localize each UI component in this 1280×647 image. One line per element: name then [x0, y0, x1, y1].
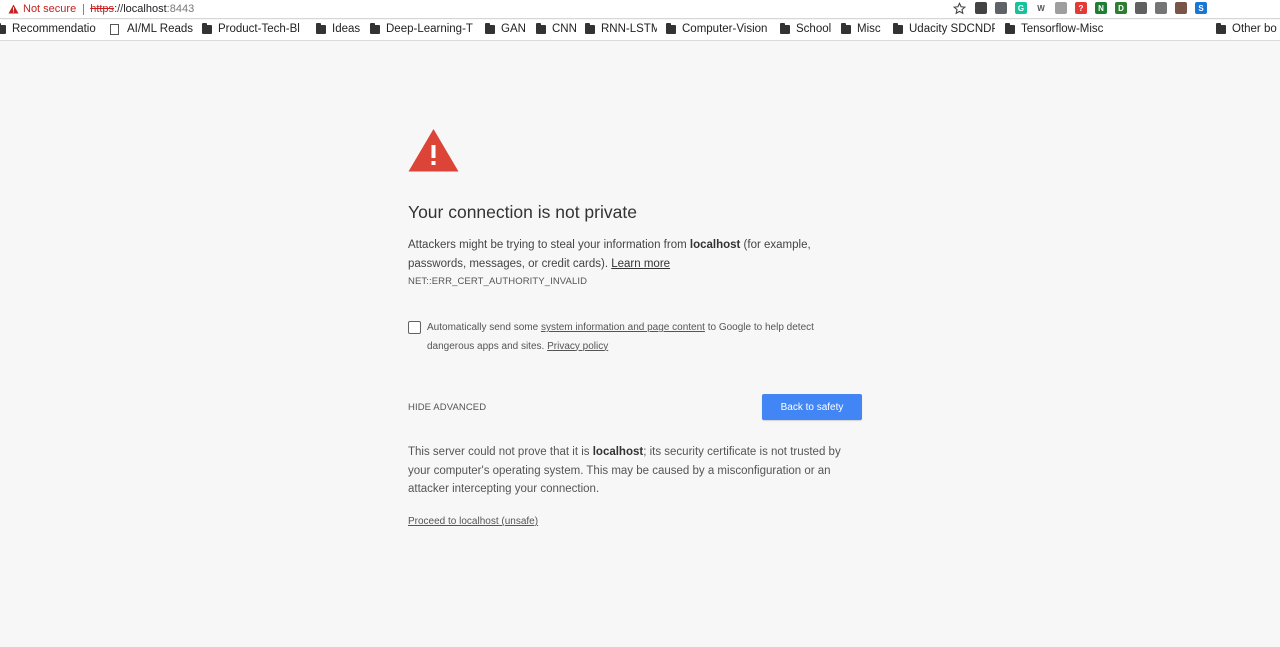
ext-green-circle-icon[interactable]: D	[1115, 2, 1127, 14]
folder-icon	[316, 23, 326, 34]
privacy-policy-link[interactable]: Privacy policy	[547, 341, 608, 352]
folder-icon	[780, 23, 790, 34]
extensions-strip: G W? N D S	[975, 2, 1207, 14]
ext-green-n-icon[interactable]: N	[1095, 2, 1107, 14]
proceed-link[interactable]: Proceed to localhost (unsafe)	[408, 516, 538, 527]
bookmark-item[interactable]: Ideas	[316, 23, 360, 35]
message-host: localhost	[689, 239, 741, 251]
folder-icon	[1005, 23, 1015, 34]
w-icon[interactable]: W	[1035, 2, 1047, 14]
bookmark-item[interactable]: Udacity SDCNDP	[893, 23, 995, 35]
bookmark-item[interactable]: RNN-LSTM	[585, 23, 657, 35]
folder-icon	[1216, 23, 1226, 34]
bookmark-item[interactable]: Deep-Learning-T	[370, 23, 473, 35]
page-title: Your connection is not private	[408, 202, 637, 222]
folder-icon	[202, 23, 212, 34]
bookmark-item[interactable]: CNN	[536, 23, 576, 35]
grammarly-icon[interactable]: G	[1015, 2, 1027, 14]
bookmark-item[interactable]: AI/ML Reads	[110, 23, 193, 35]
bookmark-star-icon[interactable]	[953, 2, 966, 15]
bookmark-item[interactable]: Product-Tech-Bl	[202, 23, 300, 35]
not-secure-label: Not secure	[23, 3, 77, 15]
extended-reporting-checkbox[interactable]	[408, 321, 421, 334]
bookmark-label: Tensorflow-Misc	[1021, 23, 1104, 35]
warning-triangle-icon	[8, 4, 19, 14]
error-code[interactable]: NET::ERR_CERT_AUTHORITY_INVALID	[408, 276, 587, 287]
url-scheme: https	[90, 3, 115, 15]
details-text: This server could not prove that it is	[408, 446, 593, 458]
learn-more-link[interactable]: Learn more	[611, 258, 670, 270]
bookmark-item[interactable]: Other bo	[1216, 23, 1277, 35]
back-to-safety-button[interactable]: Back to safety	[762, 394, 862, 420]
opt-in-label: Automatically send some system informati…	[427, 319, 838, 356]
ext-blue-s-icon[interactable]: S	[1195, 2, 1207, 14]
ext-dark-icon[interactable]	[975, 2, 987, 14]
bookmark-label: Udacity SDCNDP	[909, 23, 995, 35]
hide-advanced-button[interactable]: HIDE ADVANCED	[408, 402, 486, 413]
bookmark-item[interactable]: Recommendatio	[0, 23, 96, 35]
ext-red-icon[interactable]: ?	[1075, 2, 1087, 14]
bookmark-label: AI/ML Reads	[127, 23, 194, 35]
opt-in-text: Automatically send some	[427, 322, 541, 333]
url-port: :8443	[166, 3, 195, 15]
folder-icon	[485, 23, 495, 34]
pocket-icon[interactable]	[995, 2, 1007, 14]
bookmark-item[interactable]: Tensorflow-Misc	[1005, 23, 1103, 35]
bookmark-label: Misc	[857, 23, 881, 35]
security-chip[interactable]: Not secure	[0, 3, 76, 15]
lock-icon[interactable]	[1155, 2, 1167, 14]
folder-icon	[0, 23, 6, 34]
ext-badge-icon[interactable]	[1175, 2, 1187, 14]
message-text: Attackers might be trying to steal your …	[408, 239, 690, 251]
details-host: localhost	[592, 446, 644, 458]
bookmark-label: Computer-Vision	[682, 23, 768, 35]
security-separator	[83, 3, 85, 15]
bookmark-label: GAN	[501, 23, 526, 35]
bookmark-label: Deep-Learning-T	[386, 23, 473, 35]
ext-gray-icon[interactable]	[1055, 2, 1067, 14]
folder-icon	[666, 23, 676, 34]
bookmark-label: Ideas	[332, 23, 361, 35]
page-icon	[110, 23, 119, 35]
bookmark-label: Recommendatio	[12, 23, 96, 35]
ext-gray-square-icon[interactable]	[1135, 2, 1147, 14]
url-separator: ://	[114, 3, 124, 15]
bookmark-label: RNN-LSTM	[601, 23, 657, 35]
bookmark-label: Product-Tech-Bl	[218, 23, 300, 35]
bookmark-label: Other bo	[1232, 23, 1277, 35]
main-message: Attackers might be trying to steal your …	[408, 236, 848, 273]
bookmarks-bar: Recommendatio AI/ML Reads Product-Tech-Bl I…	[0, 20, 1280, 41]
folder-icon	[536, 23, 546, 34]
folder-icon	[893, 23, 903, 34]
details-message: This server could not prove that it is l…	[408, 443, 858, 499]
bookmark-item[interactable]: GAN	[485, 23, 526, 35]
folder-icon	[841, 23, 851, 34]
warning-icon	[408, 129, 459, 172]
url-text[interactable]: https://localhost:8443	[90, 3, 194, 15]
folder-icon	[370, 23, 380, 34]
bookmark-label: School	[796, 23, 832, 35]
extended-reporting-opt-in: Automatically send some system informati…	[408, 321, 838, 356]
system-info-link[interactable]: system information and page content	[541, 322, 705, 333]
bookmark-item[interactable]: School	[780, 23, 831, 35]
bookmark-item[interactable]: Computer-Vision	[666, 23, 767, 35]
folder-icon	[585, 23, 595, 34]
omnibox[interactable]: Not secure https://localhost:8443 G W? N D S	[0, 0, 1280, 19]
bookmark-label: CNN	[552, 23, 576, 35]
bookmark-item[interactable]: Misc	[841, 23, 881, 35]
url-host: localhost	[123, 3, 167, 15]
